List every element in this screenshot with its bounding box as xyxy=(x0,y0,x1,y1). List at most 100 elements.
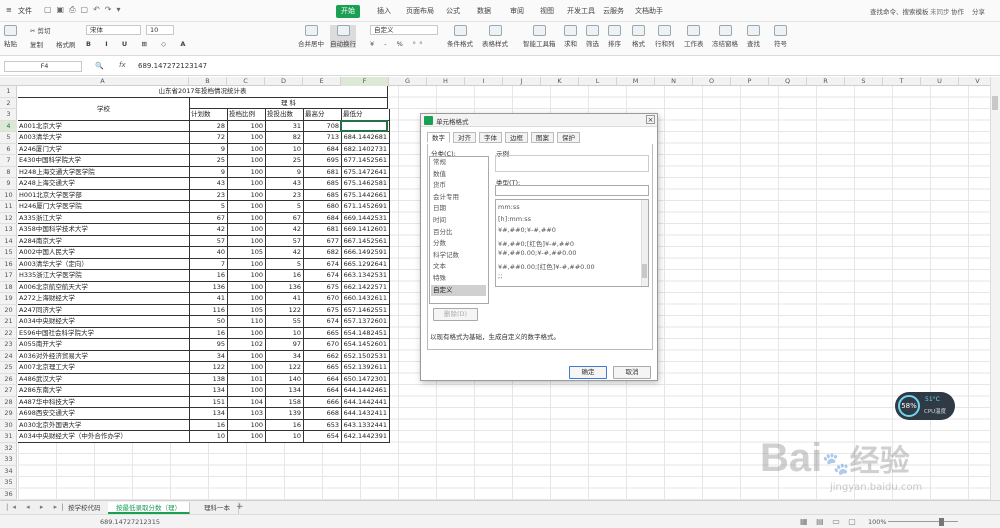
data-cell[interactable]: 42 xyxy=(266,224,304,236)
ok-button[interactable]: 确定 xyxy=(569,366,607,379)
data-cell[interactable]: 684 xyxy=(304,143,342,155)
hamburger-icon[interactable]: ≡ xyxy=(6,6,12,14)
category-item[interactable]: 常规 xyxy=(431,157,486,169)
data-cell[interactable]: 100 xyxy=(228,431,266,443)
data-cell[interactable]: 151 xyxy=(190,396,228,408)
data-cell[interactable]: 713 xyxy=(304,132,342,144)
menu-tab-6[interactable]: 视图 xyxy=(535,5,559,18)
data-cell[interactable]: 675.1472641 xyxy=(342,166,390,178)
row-header-17[interactable]: 17 xyxy=(0,270,17,282)
data-cell[interactable]: 674 xyxy=(304,270,342,282)
sheet-tab-2[interactable]: 理科一本 xyxy=(196,502,239,514)
data-cell[interactable]: 654 xyxy=(304,431,342,443)
data-cell[interactable]: 23 xyxy=(266,189,304,201)
sync-status[interactable]: 未同步 xyxy=(930,6,950,16)
row-header-30[interactable]: 30 xyxy=(0,420,17,431)
data-cell[interactable]: 16 xyxy=(266,270,304,282)
format-item[interactable]: [h]:mm:ss xyxy=(498,215,531,223)
col-header-I[interactable]: I xyxy=(465,77,503,86)
format-item[interactable]: ¥#,##0;¥-#,##0 xyxy=(498,226,556,234)
menu-tab-2[interactable]: 页面布局 xyxy=(401,5,439,18)
data-cell[interactable]: 140 xyxy=(266,373,304,385)
data-cell[interactable]: 100 xyxy=(228,132,266,144)
data-cell[interactable]: 662.1422571 xyxy=(342,281,390,293)
font-size-select[interactable]: 10 xyxy=(146,25,174,35)
school-name-cell[interactable]: A034中央财经大学（中外合作办学） xyxy=(18,431,190,443)
copy-button[interactable]: 复制 xyxy=(30,39,43,49)
data-cell[interactable]: 665.1292641 xyxy=(342,258,390,270)
school-name-cell[interactable]: A248上海交通大学 xyxy=(18,178,190,190)
data-cell[interactable]: 72 xyxy=(190,132,228,144)
category-item[interactable]: 文本 xyxy=(431,261,486,273)
data-cell[interactable]: 139 xyxy=(266,408,304,420)
data-cell[interactable]: 644.1432411 xyxy=(342,408,390,420)
data-cell[interactable]: 100 xyxy=(228,350,266,362)
format-item[interactable]: ;; xyxy=(498,272,502,280)
school-name-cell[interactable]: A003清华大学 xyxy=(18,132,190,144)
font-family-select[interactable]: 宋体 xyxy=(86,25,141,35)
smart-toolbox-button[interactable]: 智能工具箱 xyxy=(523,25,556,48)
sum-button[interactable]: 求和 xyxy=(564,25,577,48)
data-cell[interactable]: 25 xyxy=(190,155,228,167)
data-cell[interactable]: 42 xyxy=(266,247,304,259)
school-name-cell[interactable]: E430中国科学院大学 xyxy=(18,155,190,167)
data-cell[interactable]: 100 xyxy=(228,270,266,282)
data-cell[interactable]: 9 xyxy=(190,143,228,155)
data-cell[interactable]: 100 xyxy=(228,327,266,339)
format-item[interactable]: ¥#,##0.00;¥-#,##0.00 xyxy=(498,249,577,257)
category-item[interactable]: 科学记数 xyxy=(431,250,486,262)
data-cell[interactable]: 43 xyxy=(266,178,304,190)
merge-center-button[interactable]: 合并居中 xyxy=(298,25,324,48)
category-item[interactable]: 日期 xyxy=(431,203,486,215)
format-item[interactable]: ¥#,##0.00;[红色]¥-#,##0.00 xyxy=(498,261,595,271)
data-cell[interactable]: 134 xyxy=(190,385,228,397)
category-item[interactable]: 时间 xyxy=(431,215,486,227)
data-cell[interactable]: 7 xyxy=(190,258,228,270)
data-cell[interactable]: 708 xyxy=(304,120,342,132)
data-cell[interactable]: 82 xyxy=(266,132,304,144)
format-item[interactable]: ¥#,##0;[红色]¥-#,##0 xyxy=(498,238,574,248)
data-cell[interactable]: 652.1392611 xyxy=(342,362,390,374)
data-cell[interactable]: 136 xyxy=(190,281,228,293)
active-cell-f4[interactable] xyxy=(340,120,388,132)
data-cell[interactable]: 134 xyxy=(266,385,304,397)
data-cell[interactable]: 695 xyxy=(304,155,342,167)
col-header-R[interactable]: R xyxy=(807,77,845,86)
formula-input[interactable]: 689.147272123147 xyxy=(138,62,207,70)
zoom-icon[interactable]: 🔍 xyxy=(95,62,104,70)
row-header-12[interactable]: 12 xyxy=(0,213,17,224)
row-header-6[interactable]: 6 xyxy=(0,144,17,155)
school-name-cell[interactable]: H001北京大学医学部 xyxy=(18,189,190,201)
add-sheet-icon[interactable]: + xyxy=(236,502,244,512)
data-cell[interactable]: 663.1342531 xyxy=(342,270,390,282)
menu-tab-9[interactable]: 文档助手 xyxy=(630,5,668,18)
data-cell[interactable]: 681 xyxy=(304,224,342,236)
data-cell[interactable]: 674 xyxy=(304,316,342,328)
number-format-buttons[interactable]: ¥ - % ⁰⁰ xyxy=(370,40,426,48)
data-cell[interactable]: 110 xyxy=(228,316,266,328)
dialog-tab-2[interactable]: 字体 xyxy=(479,132,502,143)
cancel-button[interactable]: 取消 xyxy=(613,366,651,379)
col-header-H[interactable]: H xyxy=(427,77,465,86)
menu-tab-1[interactable]: 插入 xyxy=(372,5,396,18)
number-format-select[interactable]: 自定义 xyxy=(370,25,438,35)
school-name-cell[interactable]: A034中央财经大学 xyxy=(18,316,190,328)
col-header-T[interactable]: T xyxy=(883,77,921,86)
data-cell[interactable]: 100 xyxy=(228,155,266,167)
data-cell[interactable]: 134 xyxy=(190,408,228,420)
col-header-M[interactable]: M xyxy=(617,77,655,86)
data-cell[interactable]: 650.1472301 xyxy=(342,373,390,385)
data-cell[interactable]: 100 xyxy=(228,293,266,305)
data-cell[interactable]: 674 xyxy=(304,258,342,270)
col-header-L[interactable]: L xyxy=(579,77,617,86)
row-header-15[interactable]: 15 xyxy=(0,247,17,259)
menu-tab-5[interactable]: 审阅 xyxy=(505,5,529,18)
data-cell[interactable]: 16 xyxy=(190,327,228,339)
row-header-25[interactable]: 25 xyxy=(0,362,17,374)
school-name-cell[interactable]: A487华中科技大学 xyxy=(18,396,190,408)
data-cell[interactable]: 16 xyxy=(190,419,228,431)
school-name-cell[interactable]: A247同济大学 xyxy=(18,304,190,316)
format-item[interactable]: mm:ss xyxy=(498,203,520,211)
col-header-C[interactable]: C xyxy=(227,77,265,86)
row-header-13[interactable]: 13 xyxy=(0,224,17,236)
